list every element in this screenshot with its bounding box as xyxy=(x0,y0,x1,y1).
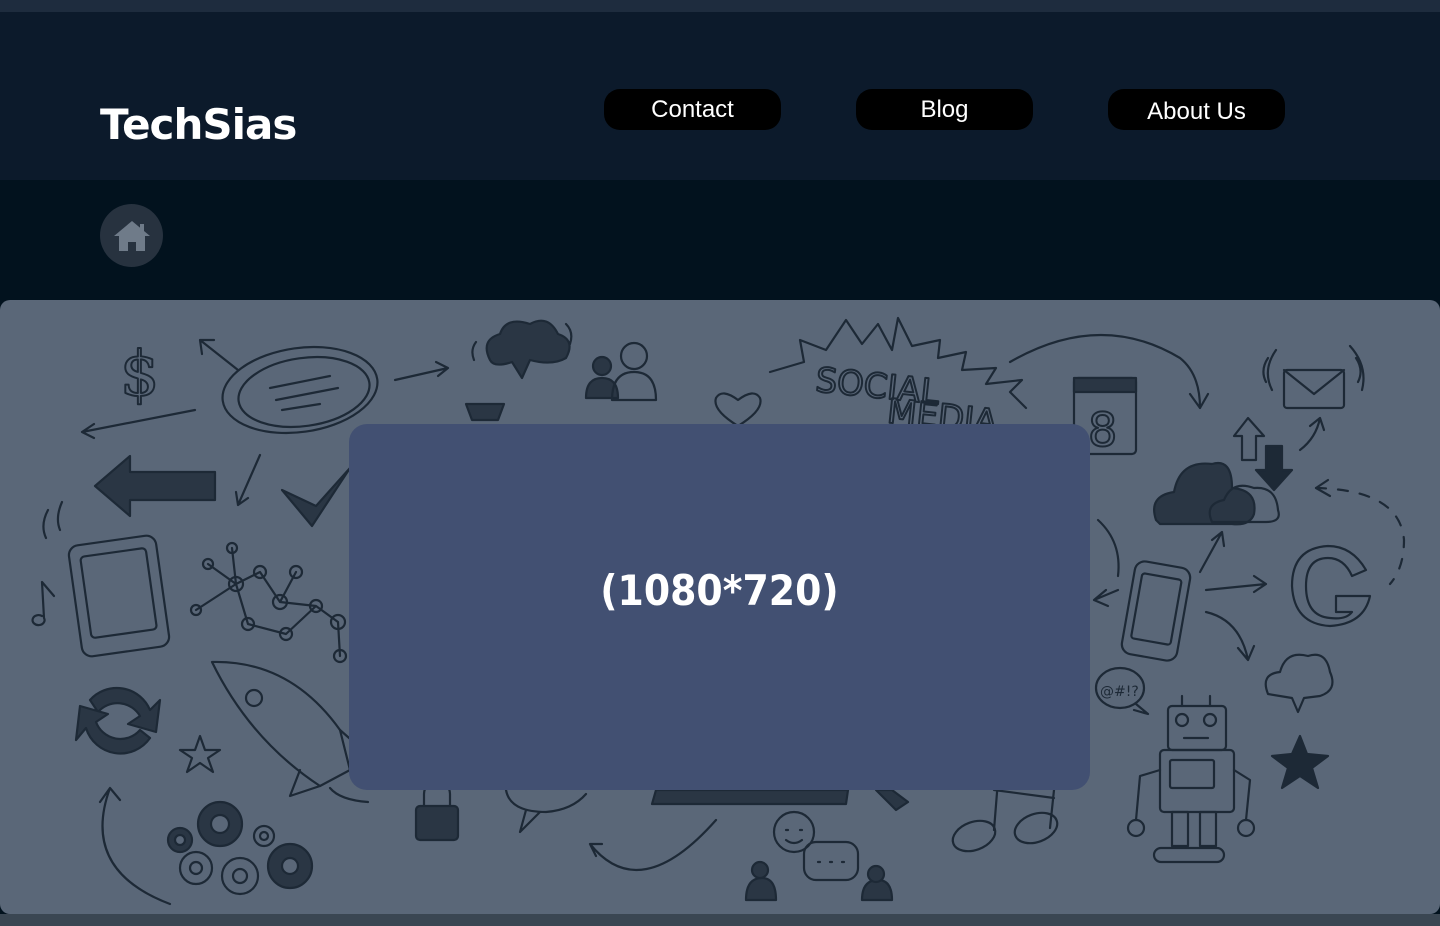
g-logo-doodle xyxy=(1290,544,1372,628)
cloud-doodle xyxy=(485,319,571,380)
nav-blog-button[interactable]: Blog xyxy=(856,89,1033,130)
rocket-doodle xyxy=(210,660,352,788)
svg-text:@#!?: @#!? xyxy=(1100,684,1139,700)
svg-text:8: 8 xyxy=(1088,403,1117,457)
network-doodle xyxy=(189,541,348,664)
home-button[interactable] xyxy=(100,204,163,267)
gears-doodle xyxy=(166,800,314,896)
home-icon xyxy=(113,220,150,251)
nav-about-button[interactable]: About Us xyxy=(1108,89,1285,130)
hero-banner: $ SOCIAL MEDIA 8 @#!? (1080*720) xyxy=(0,300,1440,914)
top-strip xyxy=(0,0,1440,12)
refresh-doodle xyxy=(88,686,162,734)
dark-cloud-doodle xyxy=(1153,461,1256,526)
tablet-doodle xyxy=(67,534,171,658)
checkmark-doodle xyxy=(280,466,352,528)
placeholder-size-label: (1080*720) xyxy=(600,565,839,615)
robot-doodle xyxy=(1126,694,1256,864)
lock-doodle xyxy=(414,804,460,842)
dollar-icon: $ xyxy=(120,337,159,410)
people-doodle xyxy=(584,341,658,402)
logo[interactable]: TechSias xyxy=(100,100,297,149)
bottom-strip xyxy=(0,914,1440,926)
left-arrow-doodle xyxy=(93,454,217,518)
image-placeholder: (1080*720) xyxy=(349,424,1090,790)
envelope-doodle xyxy=(1282,368,1346,410)
nav-contact-button[interactable]: Contact xyxy=(604,89,781,130)
